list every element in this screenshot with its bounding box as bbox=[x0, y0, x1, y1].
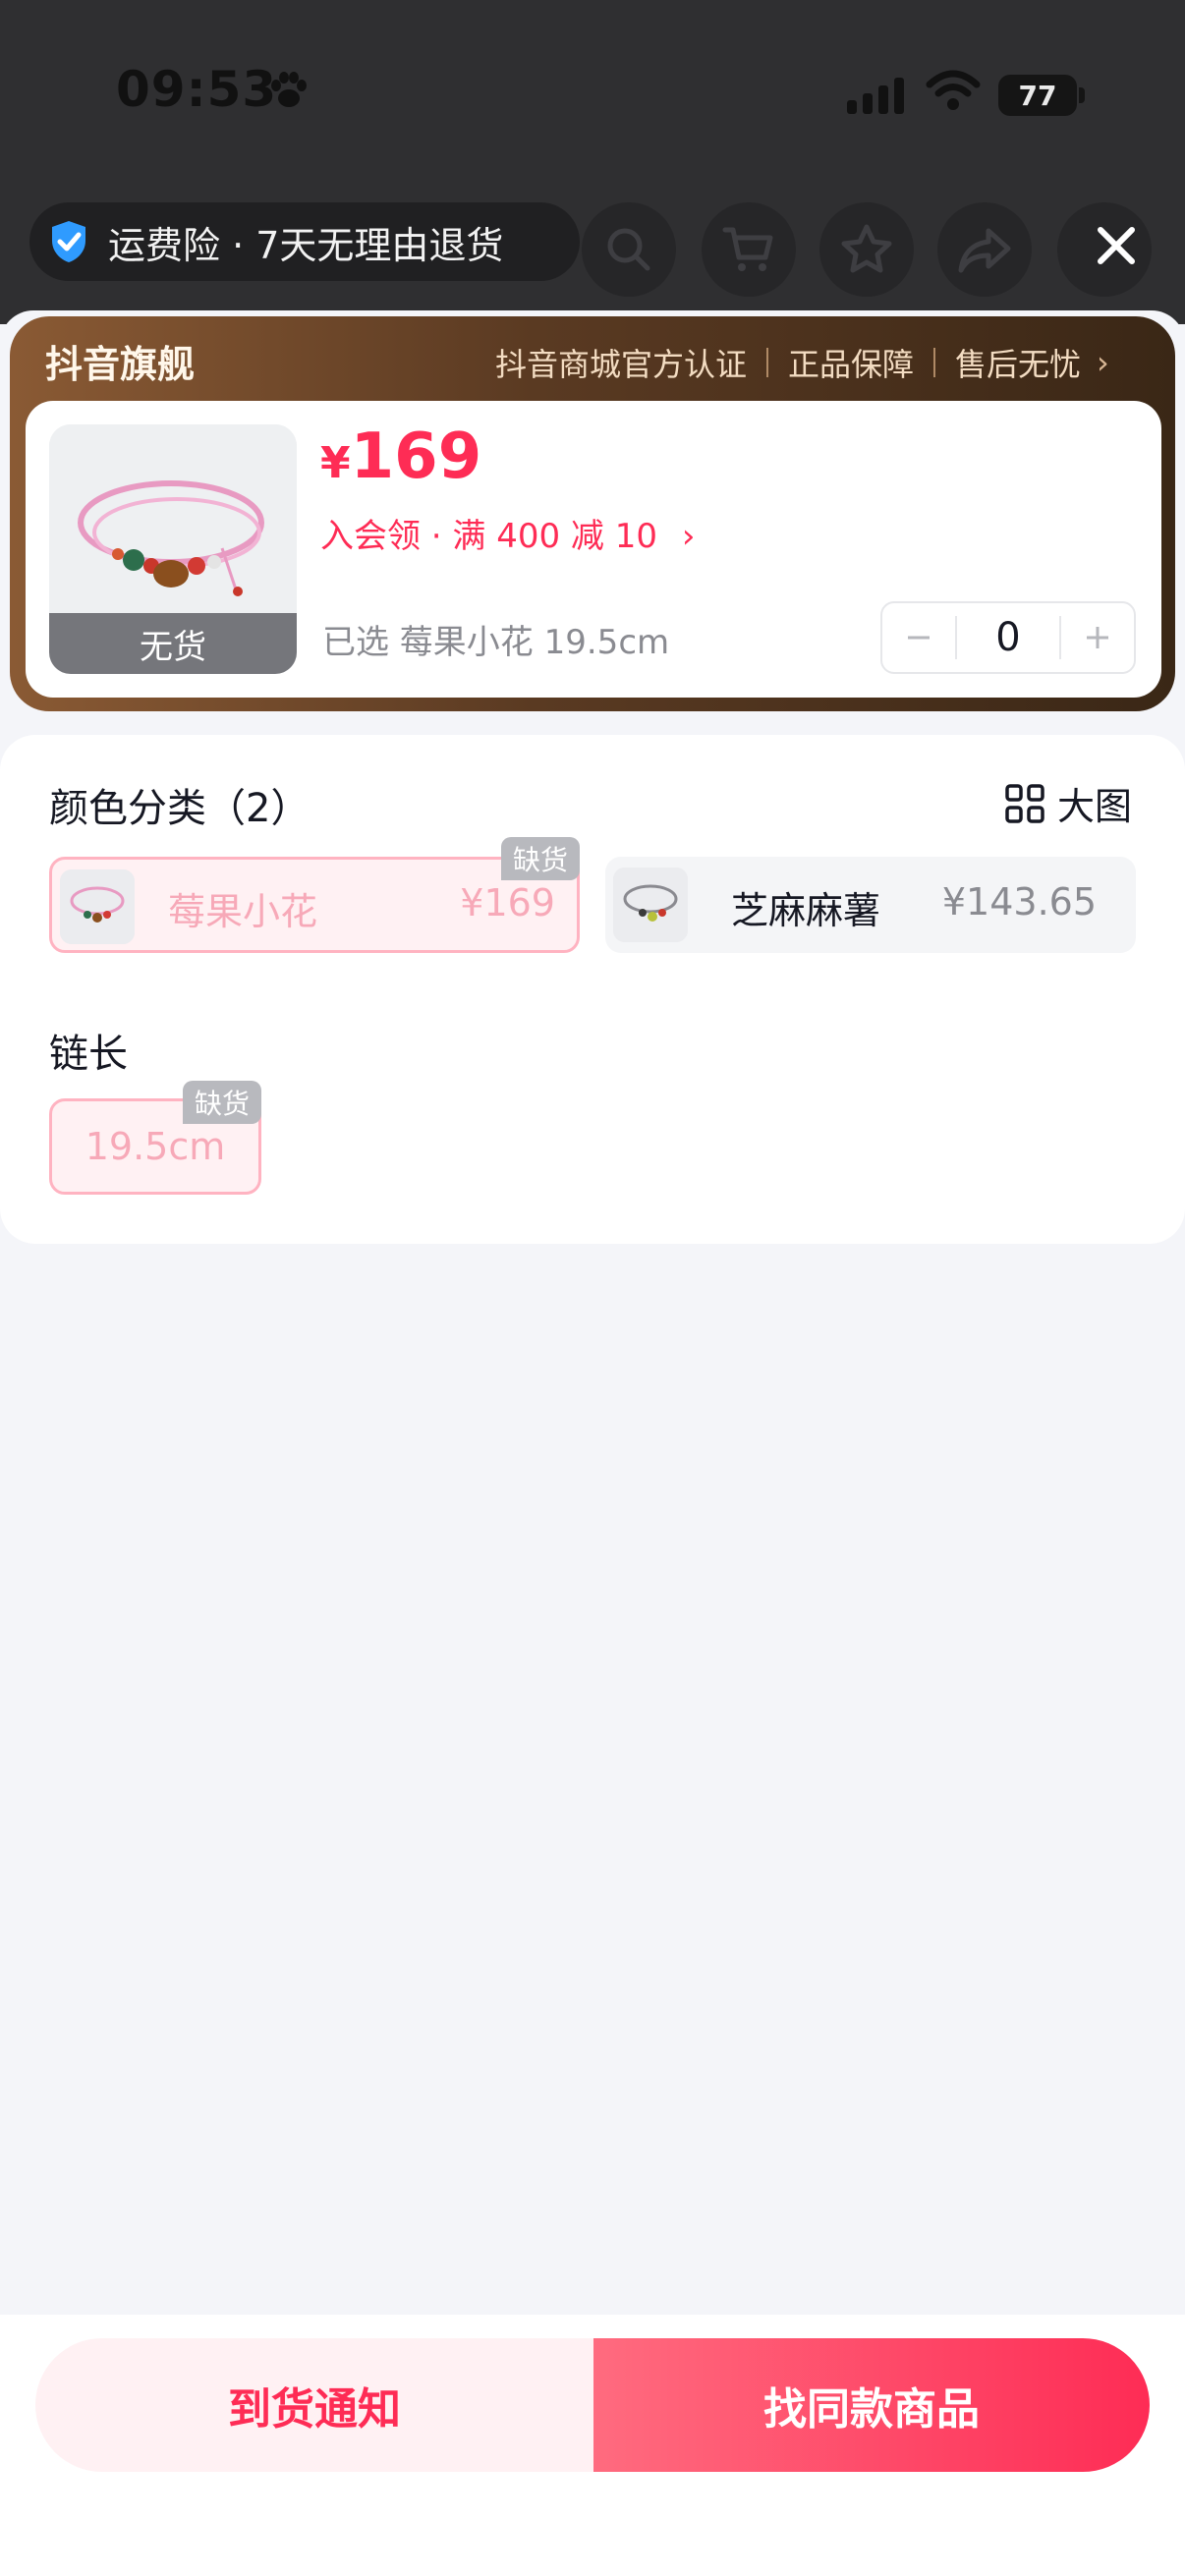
wifi-icon bbox=[926, 70, 981, 110]
minus-icon bbox=[908, 636, 930, 640]
plus-icon bbox=[1087, 627, 1108, 648]
color-option-sesame-mochi[interactable]: 芝麻麻薯 ¥143.65 bbox=[605, 857, 1136, 953]
brand-tag-official: 抖音商城官方认证 bbox=[495, 346, 748, 383]
bracelet-image bbox=[60, 869, 135, 944]
signal-icon bbox=[847, 78, 904, 114]
quantity-stepper: 0 bbox=[880, 601, 1136, 674]
close-icon bbox=[1098, 227, 1135, 264]
decrement-button[interactable] bbox=[882, 603, 955, 672]
out-of-stock-badge: 无货 bbox=[49, 613, 297, 674]
share-button[interactable] bbox=[937, 202, 1032, 297]
member-promo[interactable]: 入会领 · 满 400 减 10 › bbox=[320, 509, 695, 557]
option-name: 19.5cm bbox=[85, 1125, 226, 1168]
brand-tag-aftersale: 售后无忧 bbox=[955, 346, 1082, 383]
divider bbox=[933, 348, 936, 377]
cart-button[interactable] bbox=[702, 202, 796, 297]
quantity-value[interactable]: 0 bbox=[955, 615, 1061, 660]
color-option-berry-flower[interactable]: 莓果小花 ¥169 bbox=[49, 857, 580, 953]
battery-nub bbox=[1079, 87, 1085, 103]
price-currency: ¥ bbox=[320, 438, 351, 488]
find-similar-button[interactable]: 找同款商品 bbox=[593, 2338, 1150, 2472]
out-of-stock-tag: 缺货 bbox=[501, 837, 581, 880]
color-section-title: 颜色分类（2） bbox=[49, 786, 310, 831]
grid-icon bbox=[1005, 783, 1044, 823]
chevron-right-icon: › bbox=[1097, 344, 1109, 381]
chevron-right-icon: › bbox=[681, 517, 696, 556]
option-price: ¥143.65 bbox=[941, 880, 1097, 924]
out-of-stock-tag: 缺货 bbox=[183, 1081, 262, 1124]
insurance-badge[interactable]: 运费险 · 7天无理由退货 bbox=[29, 202, 580, 281]
cart-icon bbox=[722, 227, 773, 271]
shield-check-icon bbox=[52, 221, 85, 262]
star-icon bbox=[841, 224, 892, 273]
close-button[interactable] bbox=[1057, 196, 1175, 295]
option-price: ¥169 bbox=[460, 881, 555, 924]
insurance-text: 运费险 · 7天无理由退货 bbox=[108, 223, 504, 267]
big-view-label: 大图 bbox=[1057, 785, 1133, 828]
brand-tag-genuine: 正品保障 bbox=[788, 346, 915, 383]
search-icon bbox=[607, 228, 650, 271]
big-view-toggle[interactable]: 大图 bbox=[1004, 776, 1132, 830]
notify-button[interactable]: 到货通知 bbox=[35, 2338, 593, 2472]
brand-tags[interactable]: 抖音商城官方认证 正品保障 售后无忧 › bbox=[495, 340, 1109, 385]
option-name: 芝麻麻薯 bbox=[731, 889, 881, 932]
divider bbox=[766, 348, 769, 377]
favorite-button[interactable] bbox=[819, 202, 914, 297]
option-thumbnail bbox=[613, 868, 688, 942]
option-thumbnail bbox=[60, 869, 135, 944]
selected-spec: 已选 莓果小花 19.5cm bbox=[322, 623, 670, 662]
product-price: ¥169 bbox=[320, 420, 481, 493]
promo-text: 入会领 · 满 400 减 10 bbox=[320, 517, 658, 556]
status-time: 09:53 bbox=[116, 61, 278, 118]
search-button[interactable] bbox=[582, 202, 676, 297]
battery-indicator: 77 bbox=[998, 75, 1077, 116]
share-icon bbox=[958, 228, 1011, 273]
bracelet-image bbox=[613, 868, 688, 942]
increment-button[interactable] bbox=[1061, 603, 1134, 672]
paw-icon bbox=[271, 72, 307, 107]
option-name: 莓果小花 bbox=[168, 890, 318, 933]
length-section-title: 链长 bbox=[49, 1032, 128, 1077]
brand-title: 抖音旗舰 bbox=[45, 343, 196, 386]
price-value: 169 bbox=[350, 420, 482, 493]
